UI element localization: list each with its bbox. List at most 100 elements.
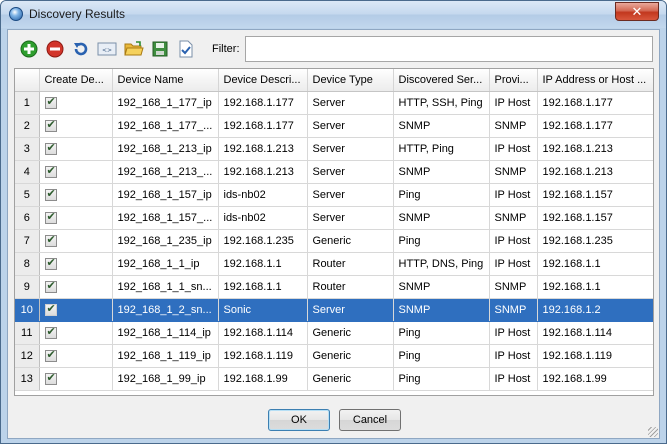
row-number-cell[interactable]: 5	[15, 183, 40, 207]
device-type-cell[interactable]: Generic	[307, 321, 394, 345]
device-name-cell[interactable]: 192_168_1_177_...	[112, 114, 219, 138]
device-type-cell[interactable]: Router	[307, 252, 394, 276]
device-type-cell[interactable]: Server	[307, 183, 394, 207]
table-row[interactable]: 7192_168_1_235_ip192.168.1.235GenericPin…	[15, 229, 653, 253]
device-name-cell[interactable]: 192_168_1_177_ip	[112, 91, 219, 115]
ok-button[interactable]: OK	[268, 409, 330, 431]
xml-button[interactable]: <>	[97, 39, 117, 59]
discovered-services-cell[interactable]: SNMP	[393, 275, 490, 299]
create-device-checkbox[interactable]	[44, 348, 57, 362]
table-row[interactable]: 9192_168_1_1_sn...192.168.1.1RouterSNMPS…	[15, 275, 653, 299]
ip-address-cell[interactable]: 192.168.1.1	[537, 252, 653, 276]
row-number-cell[interactable]: 12	[15, 344, 40, 368]
column-header-create-device[interactable]: Create De...	[39, 69, 113, 92]
ip-address-cell[interactable]: 192.168.1.177	[537, 114, 653, 138]
row-number-cell[interactable]: 8	[15, 252, 40, 276]
create-device-checkbox[interactable]	[44, 279, 57, 293]
table-row[interactable]: 4192_168_1_213_...192.168.1.213ServerSNM…	[15, 160, 653, 184]
device-description-cell[interactable]: 192.168.1.213	[218, 137, 308, 161]
provider-cell[interactable]: IP Host	[489, 252, 538, 276]
discovered-services-cell[interactable]: Ping	[393, 344, 490, 368]
row-number-cell[interactable]: 3	[15, 137, 40, 161]
discovered-services-cell[interactable]: Ping	[393, 229, 490, 253]
device-type-cell[interactable]: Router	[307, 275, 394, 299]
column-header-device-type[interactable]: Device Type	[307, 69, 394, 92]
device-description-cell[interactable]: 192.168.1.99	[218, 367, 308, 391]
row-number-cell[interactable]: 1	[15, 91, 40, 115]
device-name-cell[interactable]: 192_168_1_119_ip	[112, 344, 219, 368]
ip-address-cell[interactable]: 192.168.1.2	[537, 298, 653, 322]
discovered-services-cell[interactable]: HTTP, Ping	[393, 137, 490, 161]
device-type-cell[interactable]: Server	[307, 114, 394, 138]
device-type-cell[interactable]: Generic	[307, 344, 394, 368]
discovered-services-cell[interactable]: Ping	[393, 183, 490, 207]
device-type-cell[interactable]: Generic	[307, 229, 394, 253]
ip-address-cell[interactable]: 192.168.1.99	[537, 367, 653, 391]
device-description-cell[interactable]: 192.168.1.213	[218, 160, 308, 184]
device-name-cell[interactable]: 192_168_1_213_ip	[112, 137, 219, 161]
table-row[interactable]: 10192_168_1_2_sn...SonicServerSNMPSNMP19…	[15, 298, 653, 322]
discovered-services-cell[interactable]: HTTP, SSH, Ping	[393, 91, 490, 115]
remove-button[interactable]	[45, 39, 65, 59]
discovered-services-cell[interactable]: Ping	[393, 321, 490, 345]
ip-address-cell[interactable]: 192.168.1.157	[537, 183, 653, 207]
column-header-row-number[interactable]	[15, 69, 40, 92]
create-device-checkbox[interactable]	[44, 325, 57, 339]
device-name-cell[interactable]: 192_168_1_235_ip	[112, 229, 219, 253]
provider-cell[interactable]: IP Host	[489, 367, 538, 391]
provider-cell[interactable]: SNMP	[489, 114, 538, 138]
cancel-button[interactable]: Cancel	[339, 409, 401, 431]
ip-address-cell[interactable]: 192.168.1.157	[537, 206, 653, 230]
column-header-discovered-services[interactable]: Discovered Ser...	[393, 69, 490, 92]
table-row[interactable]: 12 192_168_1_119_ip192.168.1.119GenericPi…	[15, 344, 653, 368]
provider-cell[interactable]: IP Host	[489, 229, 538, 253]
device-type-cell[interactable]: Server	[307, 206, 394, 230]
device-description-cell[interactable]: 192.168.1.177	[218, 114, 308, 138]
device-description-cell[interactable]: ids-nb02	[218, 183, 308, 207]
device-name-cell[interactable]: 192_168_1_1_ip	[112, 252, 219, 276]
device-type-cell[interactable]: Server	[307, 160, 394, 184]
create-device-checkbox[interactable]	[44, 371, 57, 385]
device-type-cell[interactable]: Generic	[307, 367, 394, 391]
device-description-cell[interactable]: Sonic	[218, 298, 308, 322]
row-number-cell[interactable]: 10	[15, 298, 40, 322]
device-name-cell[interactable]: 192_168_1_99_ip	[112, 367, 219, 391]
device-description-cell[interactable]: 192.168.1.114	[218, 321, 308, 345]
device-description-cell[interactable]: 192.168.1.119	[218, 344, 308, 368]
row-number-cell[interactable]: 6	[15, 206, 40, 230]
row-number-cell[interactable]: 11	[15, 321, 40, 345]
create-device-checkbox[interactable]	[44, 141, 57, 155]
ip-address-cell[interactable]: 192.168.1.235	[537, 229, 653, 253]
table-row[interactable]: 3192_168_1_213_ip192.168.1.213ServerHTTP…	[15, 137, 653, 161]
discovered-services-cell[interactable]: Ping	[393, 367, 490, 391]
create-device-checkbox[interactable]	[44, 118, 57, 132]
close-button[interactable]: ✕	[615, 2, 659, 21]
column-header-device-name[interactable]: Device Name	[112, 69, 219, 92]
create-device-checkbox[interactable]	[44, 256, 57, 270]
create-device-checkbox[interactable]	[44, 187, 57, 201]
device-description-cell[interactable]: 192.168.1.235	[218, 229, 308, 253]
provider-cell[interactable]: IP Host	[489, 137, 538, 161]
device-name-cell[interactable]: 192_168_1_157_...	[112, 206, 219, 230]
ip-address-cell[interactable]: 192.168.1.213	[537, 160, 653, 184]
refresh-button[interactable]	[71, 39, 91, 59]
create-device-checkbox[interactable]	[44, 95, 57, 109]
provider-cell[interactable]: IP Host	[489, 183, 538, 207]
device-name-cell[interactable]: 192_168_1_2_sn...	[112, 298, 219, 322]
table-row[interactable]: 2192_168_1_177_...192.168.1.177ServerSNM…	[15, 114, 653, 138]
device-type-cell[interactable]: Server	[307, 91, 394, 115]
provider-cell[interactable]: SNMP	[489, 160, 538, 184]
table-row[interactable]: 8192_168_1_1_ip192.168.1.1RouterHTTP, DN…	[15, 252, 653, 276]
discovered-services-cell[interactable]: SNMP	[393, 298, 490, 322]
device-description-cell[interactable]: 192.168.1.1	[218, 252, 308, 276]
table-row[interactable]: 6192_168_1_157_...ids-nb02ServerSNMPSNMP…	[15, 206, 653, 230]
row-number-cell[interactable]: 4	[15, 160, 40, 184]
create-device-checkbox[interactable]	[44, 233, 57, 247]
column-header-device-description[interactable]: Device Descri...	[218, 69, 308, 92]
device-type-cell[interactable]: Server	[307, 298, 394, 322]
device-name-cell[interactable]: 192_168_1_1_sn...	[112, 275, 219, 299]
table-row[interactable]: 5 192_168_1_157_ipids-nb02ServerPingIP Ho…	[15, 183, 653, 207]
ip-address-cell[interactable]: 192.168.1.1	[537, 275, 653, 299]
export-button[interactable]	[176, 39, 196, 59]
provider-cell[interactable]: IP Host	[489, 91, 538, 115]
